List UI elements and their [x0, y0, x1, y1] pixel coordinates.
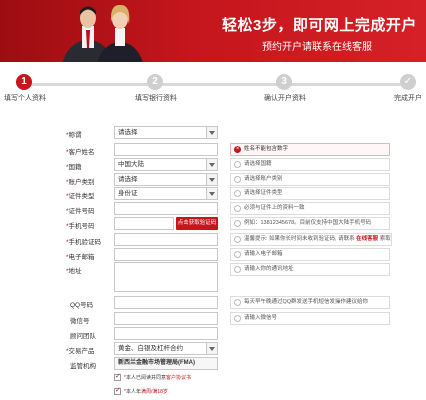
- address-label: 地址: [68, 268, 82, 275]
- info-icon: [234, 299, 241, 306]
- phone-input[interactable]: [114, 217, 174, 230]
- account-type-label: 账户类别: [68, 179, 95, 186]
- title-label: 称谓: [68, 132, 82, 139]
- chevron-down-icon: [209, 347, 215, 351]
- form-row-address: *地址 请输入你的通讯地址: [0, 262, 426, 294]
- banner-title: 轻松3步，即可网上完成开户: [222, 17, 417, 34]
- step-label: 填写银行资料: [135, 95, 177, 102]
- address-textarea[interactable]: [114, 262, 218, 292]
- form-row-nationality: *国籍 中国大陆 请选择国籍: [0, 158, 426, 172]
- agree-terms-checkbox[interactable]: [114, 372, 121, 381]
- hero-banner: 轻松3步，即可网上完成开户 预约开户请联系在线客服: [0, 0, 426, 62]
- address-hint: 请输入你的通讯地址: [230, 263, 390, 276]
- code-hint: 温馨提示: 如果你长时间未收到验证码, 请联系 在线客服 索取: [230, 233, 392, 246]
- name-label: 客户姓名: [68, 149, 95, 156]
- progress-steps: 1 填写个人资料 2 填写银行资料 3 确认开户资料 ✓ 完成开户: [0, 74, 426, 104]
- get-verification-code-button[interactable]: 点击获取验证码: [176, 217, 218, 230]
- info-icon: [234, 236, 241, 243]
- email-label: 电子邮箱: [68, 254, 95, 261]
- account-type-select[interactable]: 请选择: [114, 173, 218, 186]
- id-type-hint: 请选择证件类型: [230, 187, 390, 200]
- step-number: 2: [147, 74, 163, 90]
- info-icon: [234, 190, 241, 197]
- product-label: 交易产品: [68, 348, 95, 355]
- info-icon: [234, 251, 241, 258]
- info-icon: [234, 176, 241, 183]
- form-row-email: *电子邮箱 请输入电子邮箱: [0, 248, 426, 262]
- form-row-regulator: 监管机构 新西兰金融市场管理局(FMA): [0, 357, 426, 371]
- title-select[interactable]: 请选择: [114, 126, 218, 139]
- info-icon: [234, 266, 241, 273]
- client-agreement-link[interactable]: 客户协议书: [166, 375, 191, 381]
- form-row-team: 顾问团队: [0, 327, 426, 341]
- info-icon: [234, 205, 241, 212]
- nationality-label: 国籍: [68, 164, 82, 171]
- chevron-down-icon: [209, 192, 215, 196]
- chevron-down-icon: [209, 163, 215, 167]
- wechat-hint: 请输入微信号: [230, 312, 390, 325]
- phone-hint: 例如：13812345678。目前仅支持中国大陆手机号码: [230, 217, 390, 230]
- form-row-id-type: *证件类型 身份证 请选择证件类型: [0, 187, 426, 201]
- step-label: 确认开户资料: [264, 95, 306, 102]
- age-confirm-checkbox-row: *本人年满周/满18岁: [114, 386, 254, 398]
- online-service-link[interactable]: 在线客服: [356, 236, 378, 242]
- qq-input[interactable]: [114, 296, 218, 309]
- nationality-hint: 请选择国籍: [230, 158, 390, 171]
- id-number-label: 证件号码: [68, 208, 95, 215]
- id-type-label: 证件类型: [68, 193, 95, 200]
- id-number-hint: 必须与证件上的资料一致: [230, 202, 390, 215]
- info-icon: [234, 161, 241, 168]
- form-row-phone: *手机号码 点击获取验证码 例如：13812345678。目前仅支持中国大陆手机…: [0, 217, 426, 231]
- form-row-code: *手机验证码 温馨提示: 如果你长时间未收到验证码, 请联系 在线客服 索取: [0, 233, 426, 247]
- email-hint: 请输入电子邮箱: [230, 248, 390, 261]
- step-number: 1: [16, 74, 32, 90]
- qq-label: QQ号码: [70, 302, 94, 309]
- phone-label: 手机号码: [68, 223, 95, 230]
- form-row-id-number: *证件号码 必须与证件上的资料一致: [0, 202, 426, 216]
- form-row-title: *称谓 请选择: [0, 126, 426, 140]
- step-label: 填写个人资料: [4, 95, 46, 102]
- qq-hint: 每天早午晚通过QQ群发送手机短信发操作建议给你: [230, 296, 390, 309]
- error-icon: [234, 144, 241, 155]
- name-error-message: 姓名不能包含数字: [230, 143, 390, 156]
- advisor-team-input[interactable]: [114, 327, 218, 340]
- banner-subtitle: 预约开户请联系在线客服: [262, 42, 372, 53]
- product-select[interactable]: 黄金、白银及杠杆合约: [114, 342, 218, 355]
- nationality-select[interactable]: 中国大陆: [114, 158, 218, 171]
- code-label: 手机验证码: [68, 239, 102, 246]
- wechat-label: 微信号: [70, 318, 90, 325]
- email-input[interactable]: [114, 248, 218, 261]
- verification-code-input[interactable]: [114, 233, 218, 246]
- form-row-wechat: 微信号 请输入微信号: [0, 312, 426, 326]
- id-number-input[interactable]: [114, 202, 218, 215]
- info-icon: [234, 315, 241, 322]
- age-confirm-link[interactable]: 满周/满18岁: [141, 389, 168, 395]
- step-label: 完成开户: [394, 95, 422, 102]
- team-label: 顾问团队: [70, 333, 96, 340]
- account-type-hint: 请选择账户类别: [230, 173, 390, 186]
- banner-agents-image: [62, 4, 143, 62]
- step-number: 3: [276, 74, 292, 90]
- form-row-product: *交易产品 黄金、白银及杠杆合约: [0, 342, 426, 356]
- agree-terms-checkbox-row: *本人已阅读并同意客户协议书: [114, 372, 254, 384]
- chevron-down-icon: [209, 178, 215, 182]
- form-row-account-type: *账户类别 请选择 请选择账户类别: [0, 173, 426, 187]
- progress-track: [22, 83, 414, 86]
- chevron-down-icon: [209, 131, 215, 135]
- name-input[interactable]: [114, 143, 218, 156]
- wechat-input[interactable]: [114, 312, 218, 325]
- info-icon: [234, 220, 241, 227]
- age-confirm-checkbox[interactable]: [114, 386, 121, 395]
- form-row-name: *客户姓名 姓名不能包含数字: [0, 143, 426, 157]
- regulator-label: 监管机构: [70, 363, 96, 370]
- regulator-field: 新西兰金融市场管理局(FMA): [114, 357, 218, 370]
- form-row-qq: QQ号码 每天早午晚通过QQ群发送手机短信发操作建议给你: [0, 296, 426, 310]
- id-type-select[interactable]: 身份证: [114, 187, 218, 200]
- checkmark-icon: ✓: [400, 74, 416, 90]
